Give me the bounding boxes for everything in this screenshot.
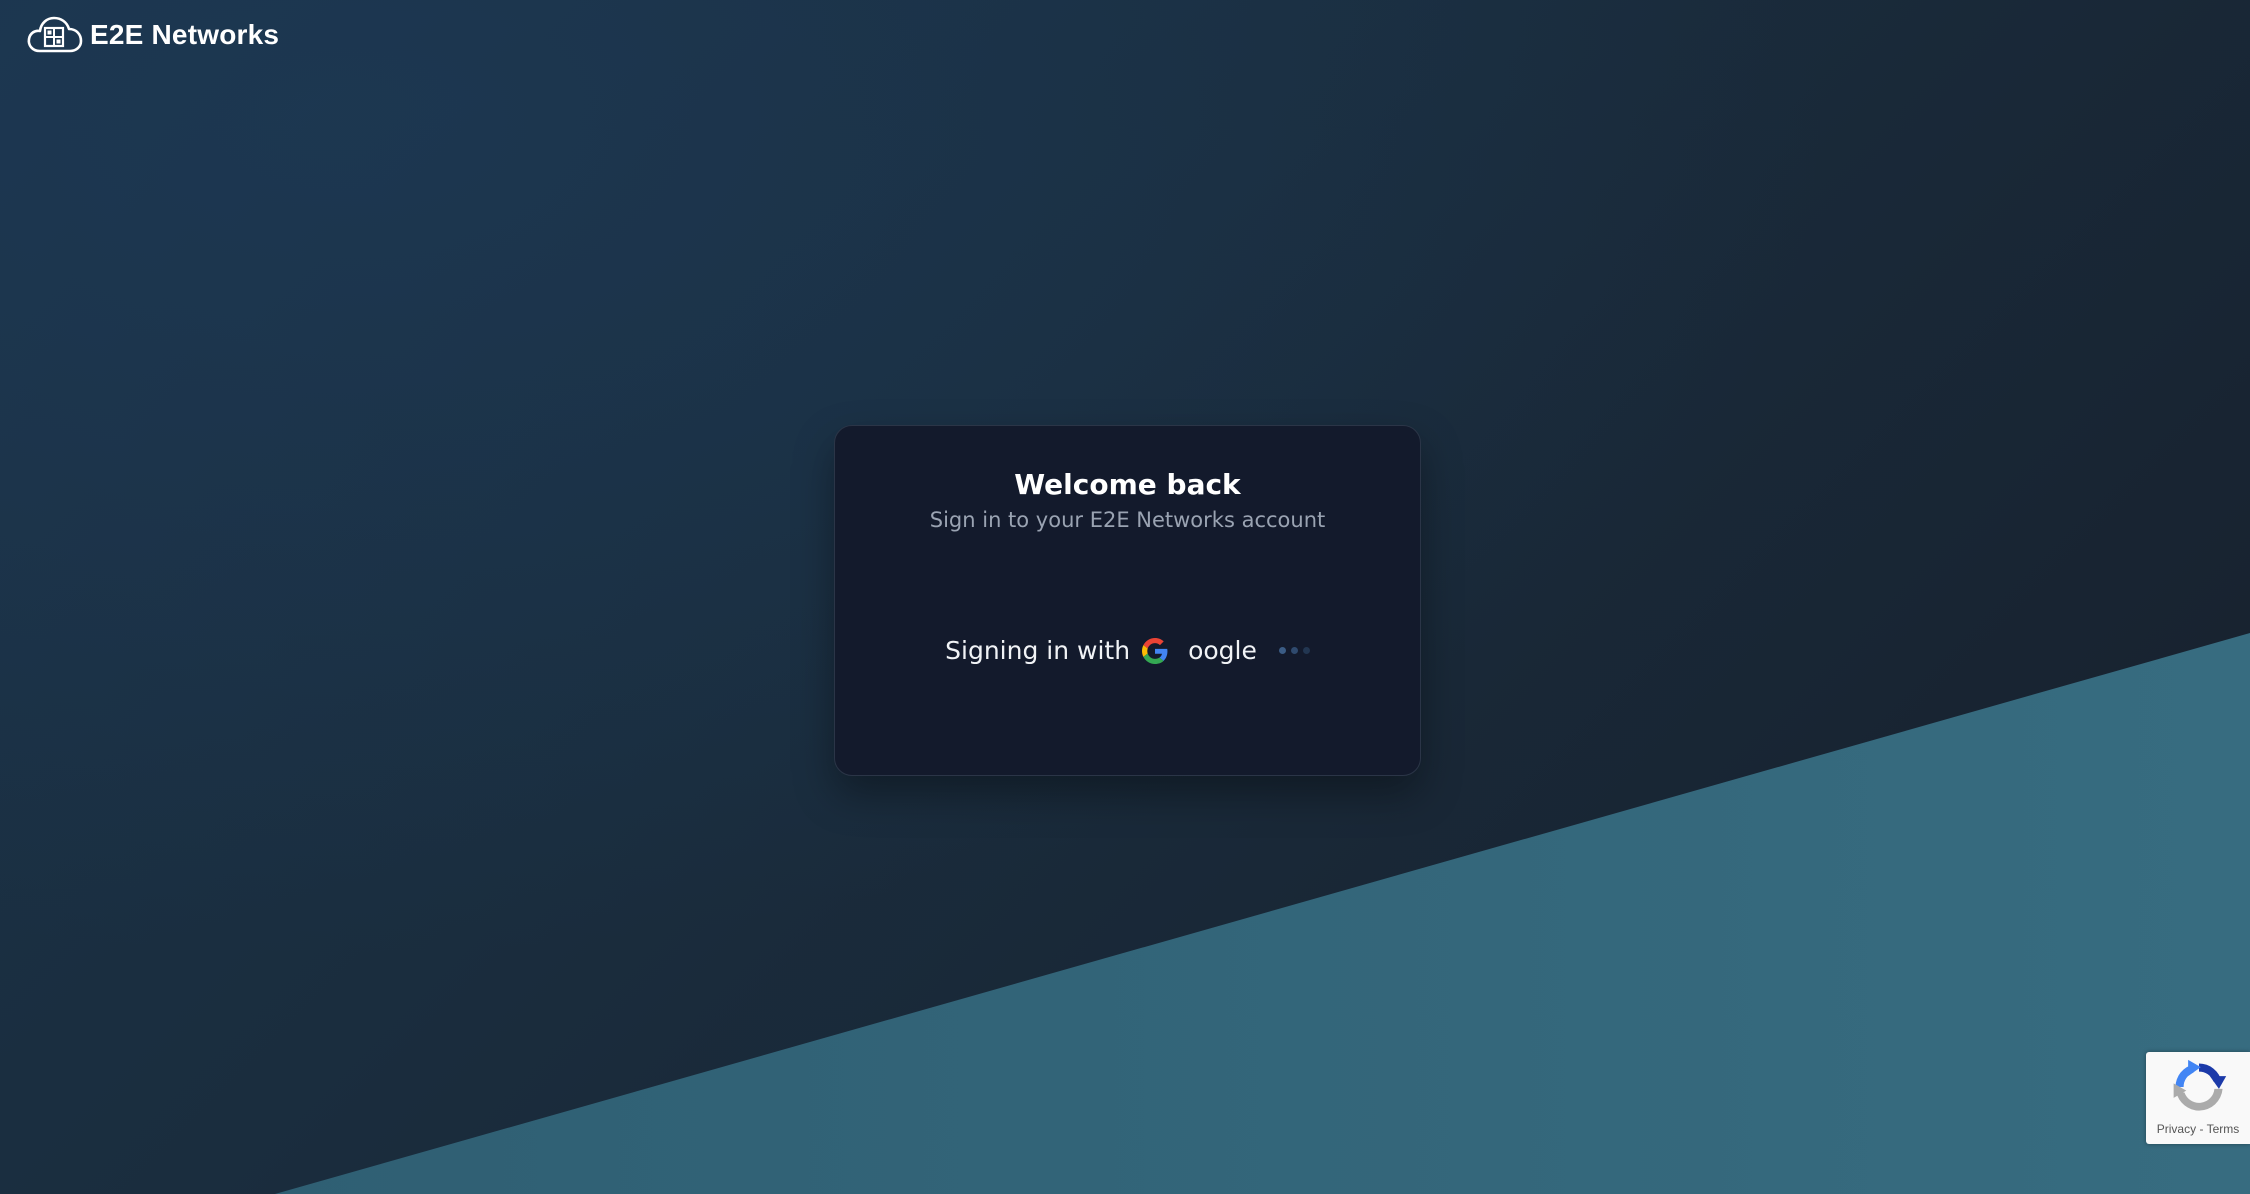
card-title: Welcome back	[1014, 468, 1241, 501]
privacy-link[interactable]: Privacy	[2157, 1122, 2196, 1136]
provider-suffix-text: oogle	[1188, 636, 1257, 665]
recaptcha-links: Privacy - Terms	[2146, 1122, 2250, 1136]
signin-prefix-text: Signing in with	[945, 636, 1131, 665]
link-separator: -	[2199, 1122, 2204, 1136]
card-subtitle: Sign in to your E2E Networks account	[929, 508, 1326, 532]
sign-in-card: Welcome back Sign in to your E2E Network…	[834, 425, 1421, 776]
loading-dot	[1302, 647, 1310, 654]
loading-dots	[1278, 647, 1310, 654]
recaptcha-icon	[2173, 1059, 2227, 1111]
loading-dot	[1278, 647, 1286, 654]
google-g-icon	[1142, 637, 1168, 664]
terms-link[interactable]: Terms	[2207, 1122, 2240, 1136]
loading-dot	[1290, 647, 1298, 654]
cloud-logo-icon[interactable]	[26, 13, 84, 57]
brand-name[interactable]: E2E Networks	[90, 19, 279, 51]
site-header: E2E Networks	[26, 10, 279, 60]
recaptcha-badge[interactable]: Privacy - Terms	[2146, 1052, 2250, 1144]
signin-status: Signing in with oogle	[835, 636, 1420, 665]
